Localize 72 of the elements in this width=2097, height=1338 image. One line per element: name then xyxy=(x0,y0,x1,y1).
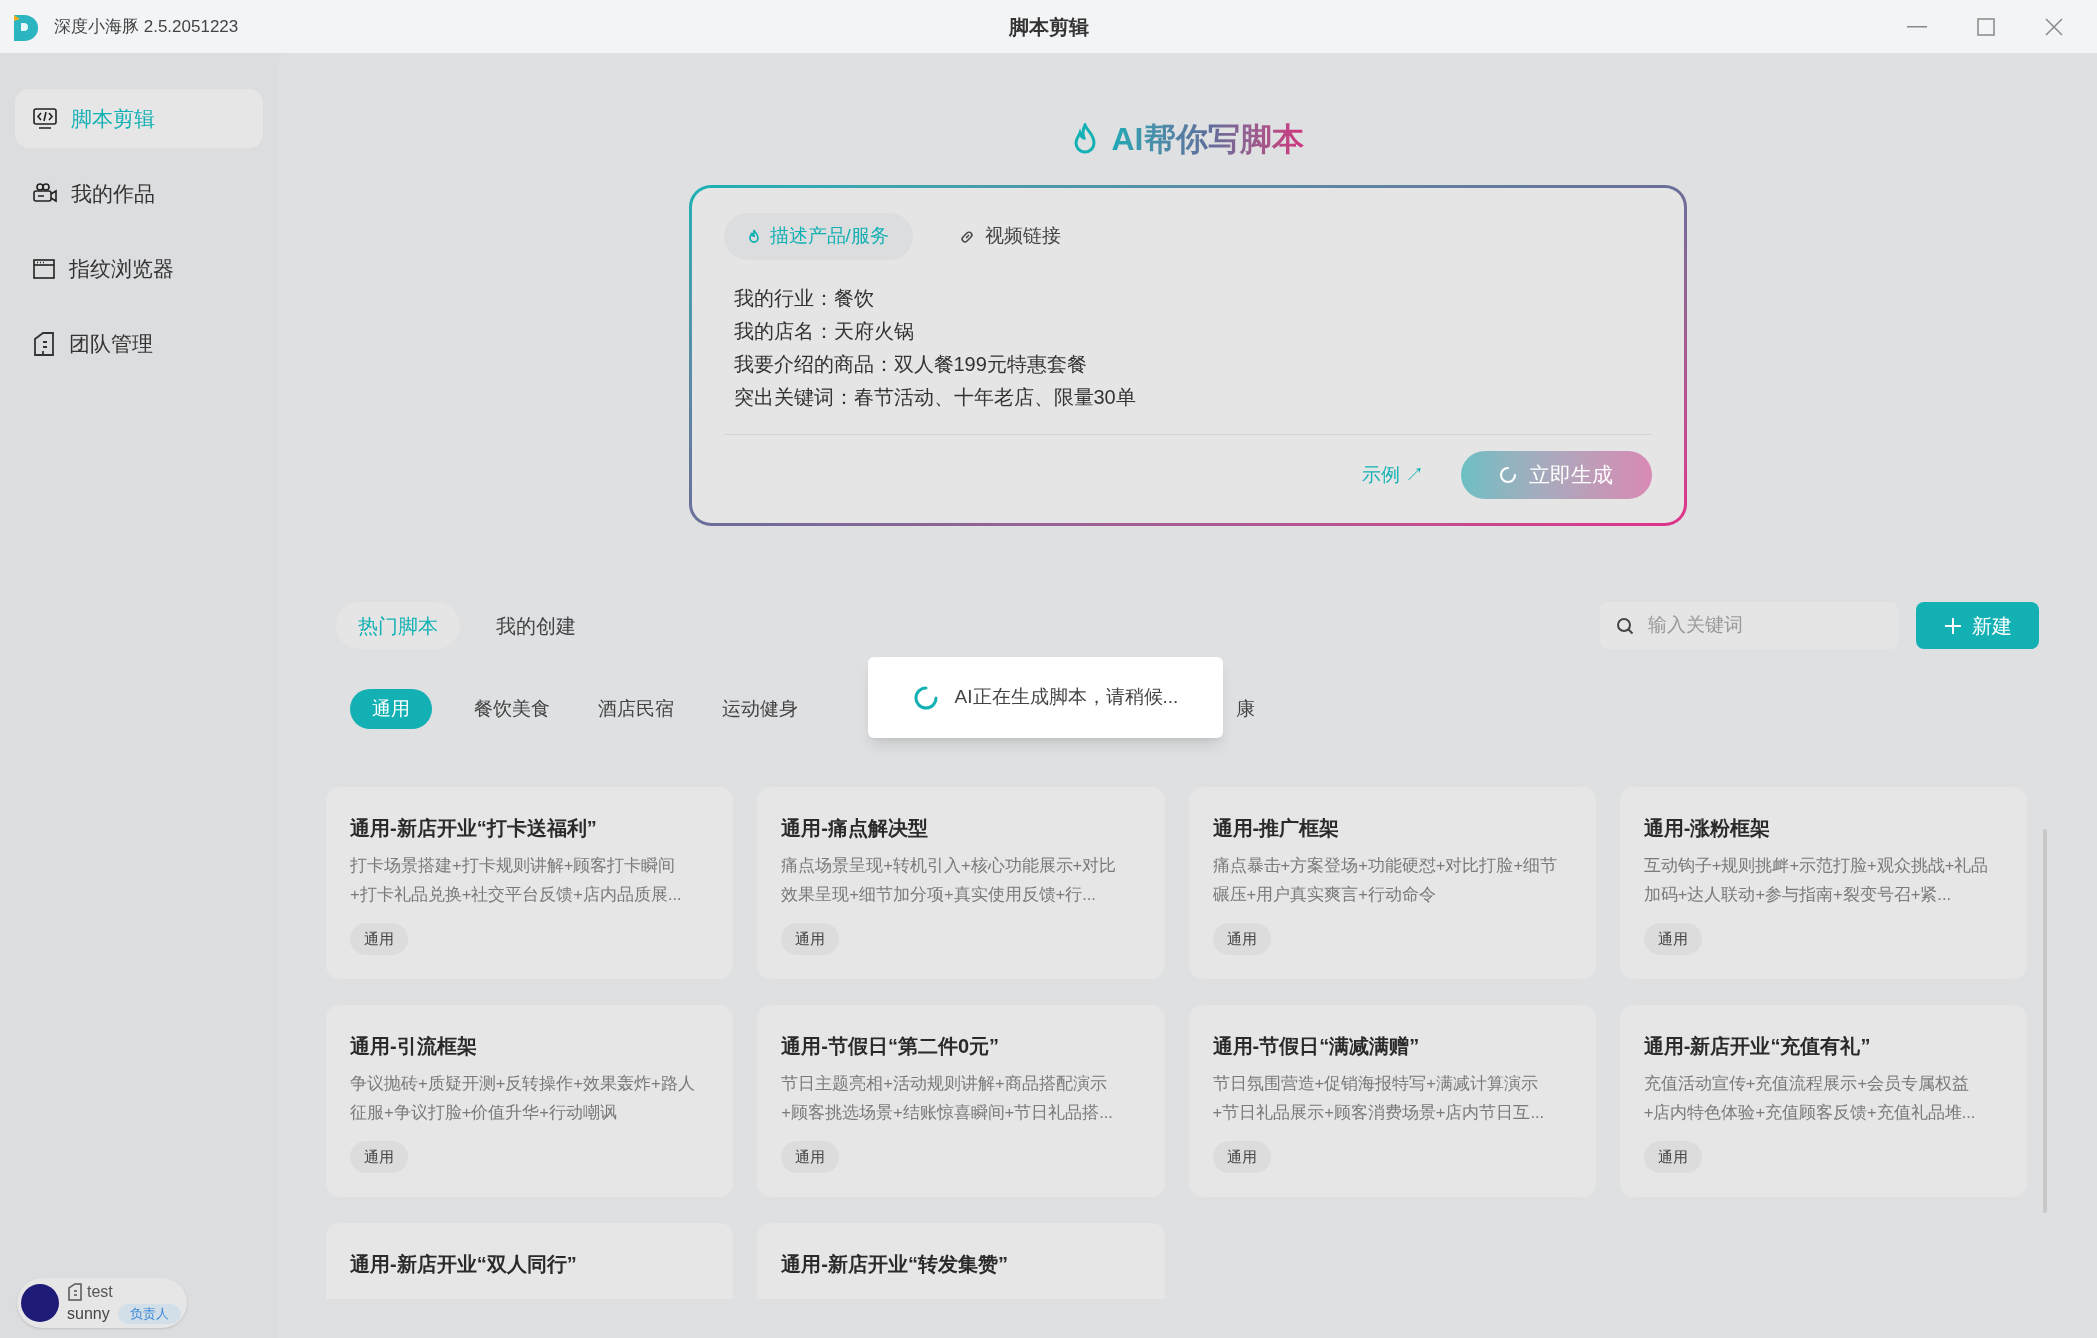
spinner-icon xyxy=(1499,466,1517,484)
script-card[interactable]: 通用-新店开业“转发集赞” xyxy=(757,1223,1165,1299)
prompt-line: 我的行业：餐饮 xyxy=(733,286,875,311)
building-icon xyxy=(33,331,55,356)
script-card[interactable]: 通用-新店开业“双人同行” xyxy=(326,1223,734,1299)
tag: 通用 xyxy=(1643,1141,1702,1173)
card-description: 互动钩子+规则挑衅+示范打脸+观众挑战+礼品加码+达人联动+参与指南+裂变号召+紧... xyxy=(1643,855,1990,905)
category-chip[interactable]: 运动健身 xyxy=(716,689,804,729)
team-name: test xyxy=(87,1282,113,1302)
tag: 通用 xyxy=(1643,923,1702,955)
search-input[interactable]: 输入关键词 xyxy=(1648,611,1882,640)
category-chip[interactable]: 酒店民宿 xyxy=(592,689,680,729)
card-title: 通用-涨粉框架 xyxy=(1643,816,1772,841)
card-title: 通用-节假日“第二件0元” xyxy=(781,1034,1001,1059)
card-description: 节日主题亮相+活动规则讲解+商品搭配演示+顾客挑选场景+结账惊喜瞬间+节日礼品搭... xyxy=(781,1073,1114,1123)
tag: 通用 xyxy=(350,923,408,955)
card-description: 打卡场景搭建+打卡规则讲解+顾客打卡瞬间+打卡礼品兑换+社交平台反馈+店内品质展... xyxy=(350,855,683,905)
code-icon xyxy=(33,107,57,130)
search-icon xyxy=(1616,616,1634,635)
card-description: 充值活动宣传+充值流程展示+会员专属权益+店内特色体验+充值顾客反馈+充值礼品堆... xyxy=(1643,1073,1977,1123)
user-name: sunny xyxy=(67,1304,110,1324)
card-title: 通用-痛点解决型 xyxy=(781,816,929,841)
script-card[interactable]: 通用-引流框架 争议抛砖+质疑开测+反转操作+效果轰炸+路人征服+争议打脸+价值升华+行动嘲讽 通用 xyxy=(326,1005,734,1197)
script-card[interactable]: 通用-涨粉框架 互动钩子+规则挑衅+示范打脸+观众挑战+礼品加码+达人联动+参与指南+裂变号召+紧... 通用 xyxy=(1619,787,2027,979)
script-card[interactable]: 通用-新店开业“打卡送福利” 打卡场景搭建+打卡规则讲解+顾客打卡瞬间+打卡礼品兑换+社交平台反馈+店内品质展... 通用 xyxy=(326,787,734,979)
tag: 通用 xyxy=(781,1141,840,1173)
tag: 通用 xyxy=(781,923,840,955)
script-card[interactable]: 通用-痛点解决型 痛点场景呈现+转机引入+核心功能展示+对比效果呈现+细节加分项+真实使用反馈+行... 通用 xyxy=(757,787,1165,979)
category-chip[interactable]: 餐饮美食 xyxy=(468,689,556,729)
card-title: 通用-引流框架 xyxy=(350,1034,478,1059)
card-title: 通用-新店开业“充值有礼” xyxy=(1643,1034,1872,1059)
role-badge: 负责人 xyxy=(117,1304,181,1324)
maximize-icon[interactable] xyxy=(1977,17,1995,36)
category-chip[interactable]: 康 xyxy=(1230,689,1261,729)
flame-icon xyxy=(747,229,760,244)
prompt-line: 我的店名：天府火锅 xyxy=(733,319,915,344)
user-badge[interactable]: test sunny 负责人 xyxy=(17,1278,187,1328)
card-description: 痛点场景呈现+转机引入+核心功能展示+对比效果呈现+细节加分项+真实使用反馈+行... xyxy=(781,855,1118,905)
tag: 通用 xyxy=(1212,923,1271,955)
card-description: 节日氛围营造+促销海报特写+满减计算演示+节日礼品展示+顾客消费场景+店内节日互... xyxy=(1212,1073,1546,1123)
script-card[interactable]: 通用-节假日“第二件0元” 节日主题亮相+活动规则讲解+商品搭配演示+顾客挑选场景+结账惊喜瞬间+节日礼品搭... 通用 xyxy=(757,1005,1165,1197)
prompt-line: 我要介绍的商品：双人餐199元特惠套餐 xyxy=(733,352,1088,377)
avatar xyxy=(21,1284,59,1322)
plus-icon xyxy=(1943,616,1962,635)
tag: 通用 xyxy=(1212,1141,1271,1173)
minimize-icon[interactable] xyxy=(1907,25,1927,28)
card-title: 通用-新店开业“双人同行” xyxy=(350,1252,578,1277)
sidebar-item[interactable]: 团队管理 xyxy=(15,314,263,373)
card-title: 通用-节假日“满减满赠” xyxy=(1212,1034,1421,1059)
browser-window-icon xyxy=(33,258,55,279)
input-mode-tab[interactable]: 视频链接 xyxy=(934,213,1085,260)
card-description: 痛点暴击+方案登场+功能硬怼+对比打脸+细节碾压+用户真实爽言+行动命令 xyxy=(1212,855,1559,905)
script-card[interactable]: 通用-推广框架 痛点暴击+方案登场+功能硬怼+对比打脸+细节碾压+用户真实爽言+行动命令 通用 xyxy=(1188,787,1596,979)
tag: 通用 xyxy=(350,1141,408,1173)
card-title: 通用-推广框架 xyxy=(1212,816,1341,841)
prompt-line: 突出关键词：春节活动、十年老店、限量30单 xyxy=(733,385,1137,410)
search-field[interactable]: 输入关键词 xyxy=(1600,602,1898,649)
app-title: 深度小海豚 2.5.2051223 xyxy=(54,15,239,38)
team-icon xyxy=(67,1283,83,1301)
sidebar-item[interactable]: 指纹浏览器 xyxy=(15,239,263,298)
sidebar-item[interactable]: 我的作品 xyxy=(15,164,263,223)
camera-icon xyxy=(33,182,57,205)
card-title: 通用-新店开业“打卡送福利” xyxy=(350,816,598,841)
card-description: 争议抛砖+质疑开测+反转操作+效果轰炸+路人征服+争议打脸+价值升华+行动嘲讽 xyxy=(350,1073,696,1123)
script-card[interactable]: 通用-节假日“满减满赠” 节日氛围营造+促销海报特写+满减计算演示+节日礼品展示+顾客消费场景+店内节日互... 通用 xyxy=(1188,1005,1596,1197)
spinner-icon xyxy=(912,684,939,711)
close-icon[interactable] xyxy=(2045,17,2063,36)
script-card[interactable]: 通用-新店开业“充值有礼” 充值活动宣传+充值流程展示+会员专属权益+店内特色体验+充值顾客反馈+充值礼品堆... 通用 xyxy=(1619,1005,2027,1197)
library-tab[interactable]: 我的创建 xyxy=(474,602,598,649)
window-title: 脚本剪辑 xyxy=(1008,14,1089,40)
card-title: 通用-新店开业“转发集赞” xyxy=(781,1252,1009,1277)
toast-message: AI正在生成脚本，请稍候... xyxy=(954,685,1179,710)
